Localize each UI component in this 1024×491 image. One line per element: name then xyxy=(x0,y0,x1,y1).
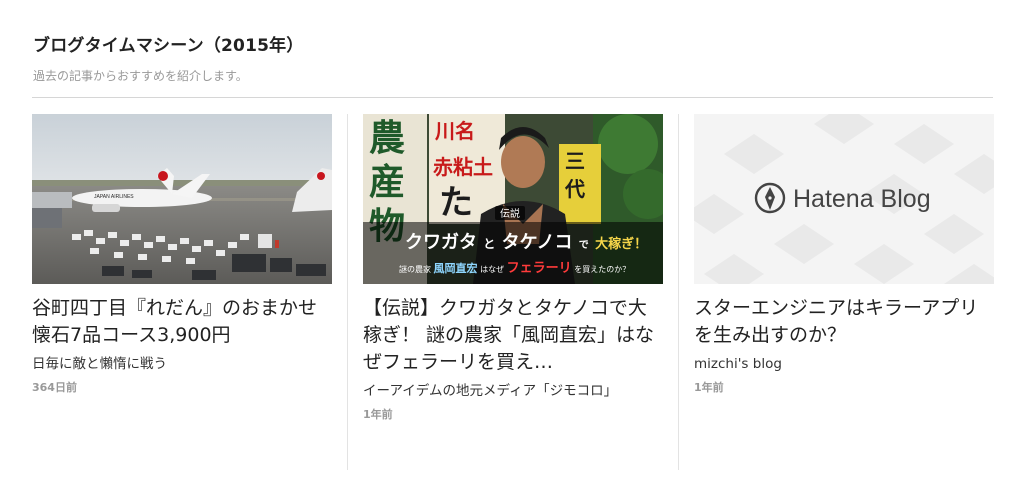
card-separator xyxy=(347,114,348,470)
card-date: 364日前 xyxy=(32,381,77,394)
card-title-link[interactable]: 【伝説】クワガタとタケノコで大稼ぎ！ 謎の農家「風岡直宏」はなぜフェラーリを買え… xyxy=(363,295,663,376)
card-thumbnail-farmer[interactable]: 農産物 川名赤粘土 た 三代 xyxy=(363,114,663,284)
farmer-photo-image: 農産物 川名赤粘土 た 三代 xyxy=(363,114,663,284)
caption-tag: 伝説 xyxy=(500,207,520,220)
airport-photo-image: JAPAN AIRLINES xyxy=(32,114,332,284)
svg-text:た: た xyxy=(439,183,473,223)
hatena-placeholder-image: Hatena Blog xyxy=(694,114,994,284)
hatena-logo-text: Hatena Blog xyxy=(793,185,931,213)
plane-livery-text: JAPAN AIRLINES xyxy=(94,194,134,200)
section-title: ブログタイムマシーン（2015年） xyxy=(33,36,304,56)
card-date: 1年前 xyxy=(363,408,393,421)
card-thumbnail-hatena[interactable]: Hatena Blog xyxy=(694,114,994,284)
card-blog-link[interactable]: 日毎に敵と懶惰に戦う xyxy=(32,355,332,374)
card-item: Hatena Blog スターエンジニアはキラーアプリを生み出すのか？ mizc… xyxy=(694,114,994,470)
card-blog-link[interactable]: mizchi's blog xyxy=(694,355,994,374)
card-separator xyxy=(678,114,679,470)
card-thumbnail-airport[interactable]: JAPAN AIRLINES xyxy=(32,114,332,284)
section-header: ブログタイムマシーン（2015年） 過去の記事からおすすめを紹介します。 xyxy=(33,34,993,84)
divider xyxy=(32,97,993,98)
card-title-link[interactable]: スターエンジニアはキラーアプリを生み出すのか？ xyxy=(694,295,994,349)
card-blog-link[interactable]: イーアイデムの地元メディア「ジモコロ」 xyxy=(363,382,663,401)
card-item: JAPAN AIRLINES 谷町四丁目『れだん』のおまかせ懐石7品コース3,9… xyxy=(32,114,332,470)
card-item: 農産物 川名赤粘土 た 三代 xyxy=(363,114,663,470)
card-date: 1年前 xyxy=(694,381,724,394)
card-list: JAPAN AIRLINES 谷町四丁目『れだん』のおまかせ懐石7品コース3,9… xyxy=(32,114,994,470)
card-title-link[interactable]: 谷町四丁目『れだん』のおまかせ懐石7品コース3,900円 xyxy=(32,295,332,349)
section-subtitle: 過去の記事からおすすめを紹介します。 xyxy=(33,69,248,83)
